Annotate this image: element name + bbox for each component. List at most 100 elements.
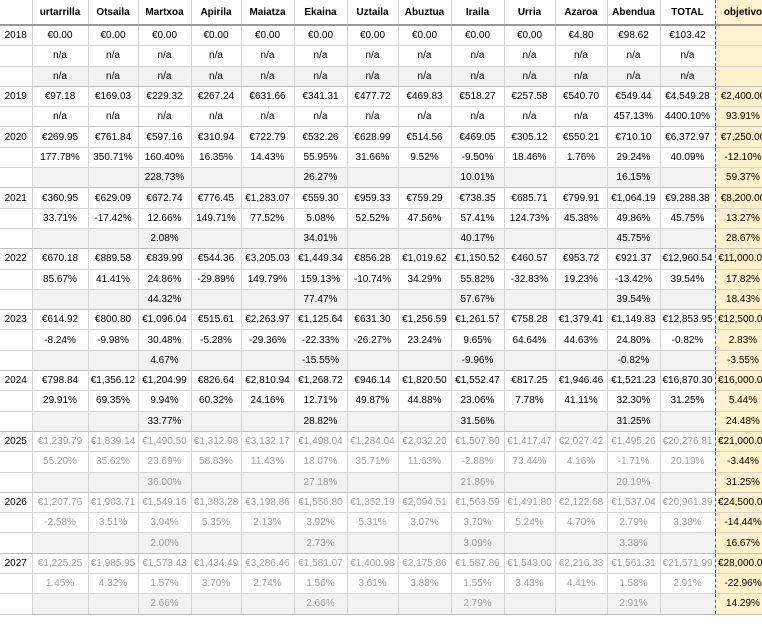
column-header[interactable]: Uztaila: [347, 0, 399, 26]
data-cell[interactable]: [32, 289, 89, 311]
data-cell[interactable]: [347, 289, 399, 311]
data-cell[interactable]: n/a: [451, 106, 505, 128]
data-cell[interactable]: [241, 350, 295, 372]
column-header[interactable]: Abuztua: [398, 0, 452, 26]
data-cell[interactable]: 55.20%: [32, 451, 89, 473]
data-cell[interactable]: 9.65%: [451, 329, 505, 351]
data-cell[interactable]: 3.94%: [138, 512, 192, 534]
data-cell[interactable]: [241, 411, 295, 432]
data-cell[interactable]: 3.38%: [659, 512, 716, 534]
data-cell[interactable]: €1,064.19: [607, 187, 661, 209]
year-cell[interactable]: 2022: [0, 248, 33, 270]
data-cell[interactable]: [241, 167, 295, 189]
data-cell[interactable]: €550.21: [555, 126, 608, 148]
data-cell[interactable]: €11,000.00: [714, 248, 762, 270]
data-cell[interactable]: €0.00: [191, 24, 242, 47]
data-cell[interactable]: [659, 228, 716, 250]
data-cell[interactable]: €614.92: [32, 309, 89, 331]
data-cell[interactable]: 159.13%: [294, 269, 348, 290]
data-cell[interactable]: [191, 532, 242, 554]
data-cell[interactable]: n/a: [241, 106, 295, 128]
data-cell[interactable]: €3,286.46: [241, 552, 295, 575]
data-cell[interactable]: 9.94%: [138, 390, 192, 412]
data-cell[interactable]: €839.99: [138, 248, 192, 270]
data-cell[interactable]: 47.56%: [398, 208, 452, 229]
data-cell[interactable]: 3.61%: [347, 573, 399, 595]
column-header[interactable]: objetivo: [714, 0, 762, 26]
data-cell[interactable]: [32, 228, 89, 250]
data-cell[interactable]: 52.52%: [347, 208, 399, 229]
data-cell[interactable]: -2.58%: [32, 512, 89, 534]
data-cell[interactable]: €799.91: [555, 187, 608, 209]
data-cell[interactable]: -17.42%: [88, 208, 139, 229]
data-cell[interactable]: [241, 472, 295, 493]
data-cell[interactable]: 77.52%: [241, 208, 295, 229]
data-cell[interactable]: [504, 289, 556, 311]
data-cell[interactable]: €103.42: [659, 24, 716, 47]
data-cell[interactable]: -9.98%: [88, 329, 139, 351]
data-cell[interactable]: €0.00: [138, 24, 192, 47]
data-cell[interactable]: €16,000.00: [714, 370, 762, 392]
data-cell[interactable]: 36.00%: [138, 472, 192, 493]
data-cell[interactable]: €1,903.71: [88, 491, 139, 514]
data-cell[interactable]: €544.36: [191, 248, 242, 270]
data-cell[interactable]: €24,500.00: [714, 491, 762, 514]
data-cell[interactable]: €97.18: [32, 85, 89, 108]
data-cell[interactable]: €1,556.80: [294, 491, 348, 514]
data-cell[interactable]: [555, 167, 608, 189]
data-cell[interactable]: 177.78%: [32, 147, 89, 169]
year-cell[interactable]: [0, 512, 33, 534]
data-cell[interactable]: €1,449.34: [294, 248, 348, 270]
data-cell[interactable]: 23.24%: [398, 329, 452, 351]
data-cell[interactable]: €1,417.47: [504, 430, 556, 453]
data-cell[interactable]: n/a: [347, 106, 399, 128]
data-cell[interactable]: [398, 289, 452, 311]
data-cell[interactable]: €267.24: [191, 85, 242, 108]
data-cell[interactable]: €953.72: [555, 248, 608, 270]
data-cell[interactable]: €98.62: [607, 24, 661, 47]
data-cell[interactable]: [191, 593, 242, 615]
year-cell[interactable]: [0, 289, 33, 311]
data-cell[interactable]: 160.40%: [138, 147, 192, 169]
data-cell[interactable]: 1.56%: [294, 573, 348, 595]
data-cell[interactable]: €1,491.80: [504, 491, 556, 514]
data-cell[interactable]: 44.32%: [138, 289, 192, 311]
data-cell[interactable]: n/a: [347, 45, 399, 67]
data-cell[interactable]: -26.27%: [347, 329, 399, 351]
data-cell[interactable]: €738.35: [451, 187, 505, 209]
data-cell[interactable]: 350.71%: [88, 147, 139, 169]
data-cell[interactable]: €4,549.28: [659, 85, 716, 108]
data-cell[interactable]: 31.66%: [347, 147, 399, 169]
data-cell[interactable]: €20,276.81: [659, 430, 716, 453]
data-cell[interactable]: 39.54%: [659, 269, 716, 290]
data-cell[interactable]: 18.46%: [504, 147, 556, 169]
year-cell[interactable]: 2019: [0, 85, 33, 108]
data-cell[interactable]: €20,961.39: [659, 491, 716, 514]
year-cell[interactable]: [0, 390, 33, 412]
data-cell[interactable]: [191, 289, 242, 311]
data-cell[interactable]: €540.70: [555, 85, 608, 108]
data-cell[interactable]: 3.88%: [398, 573, 452, 595]
data-cell[interactable]: €305.12: [504, 126, 556, 148]
data-cell[interactable]: €1,507.80: [451, 430, 505, 453]
data-cell[interactable]: [659, 167, 716, 189]
data-cell[interactable]: -12.10%: [714, 147, 762, 169]
data-cell[interactable]: [32, 411, 89, 432]
data-cell[interactable]: [241, 289, 295, 311]
year-cell[interactable]: [0, 593, 33, 615]
data-cell[interactable]: €1,573.43: [138, 552, 192, 575]
data-cell[interactable]: n/a: [294, 45, 348, 67]
data-cell[interactable]: 29.24%: [607, 147, 661, 169]
column-header[interactable]: Apirila: [191, 0, 242, 26]
data-cell[interactable]: 9.52%: [398, 147, 452, 169]
data-cell[interactable]: €670.18: [32, 248, 89, 270]
data-cell[interactable]: €1,495.26: [607, 430, 661, 453]
data-cell[interactable]: 69.35%: [88, 390, 139, 412]
data-cell[interactable]: 18.07%: [294, 451, 348, 473]
data-cell[interactable]: n/a: [88, 66, 139, 87]
data-cell[interactable]: €1,552.47: [451, 370, 505, 392]
data-cell[interactable]: [555, 472, 608, 493]
data-cell[interactable]: 2.91%: [659, 573, 716, 595]
data-cell[interactable]: -1.71%: [607, 451, 661, 473]
data-cell[interactable]: [191, 472, 242, 493]
